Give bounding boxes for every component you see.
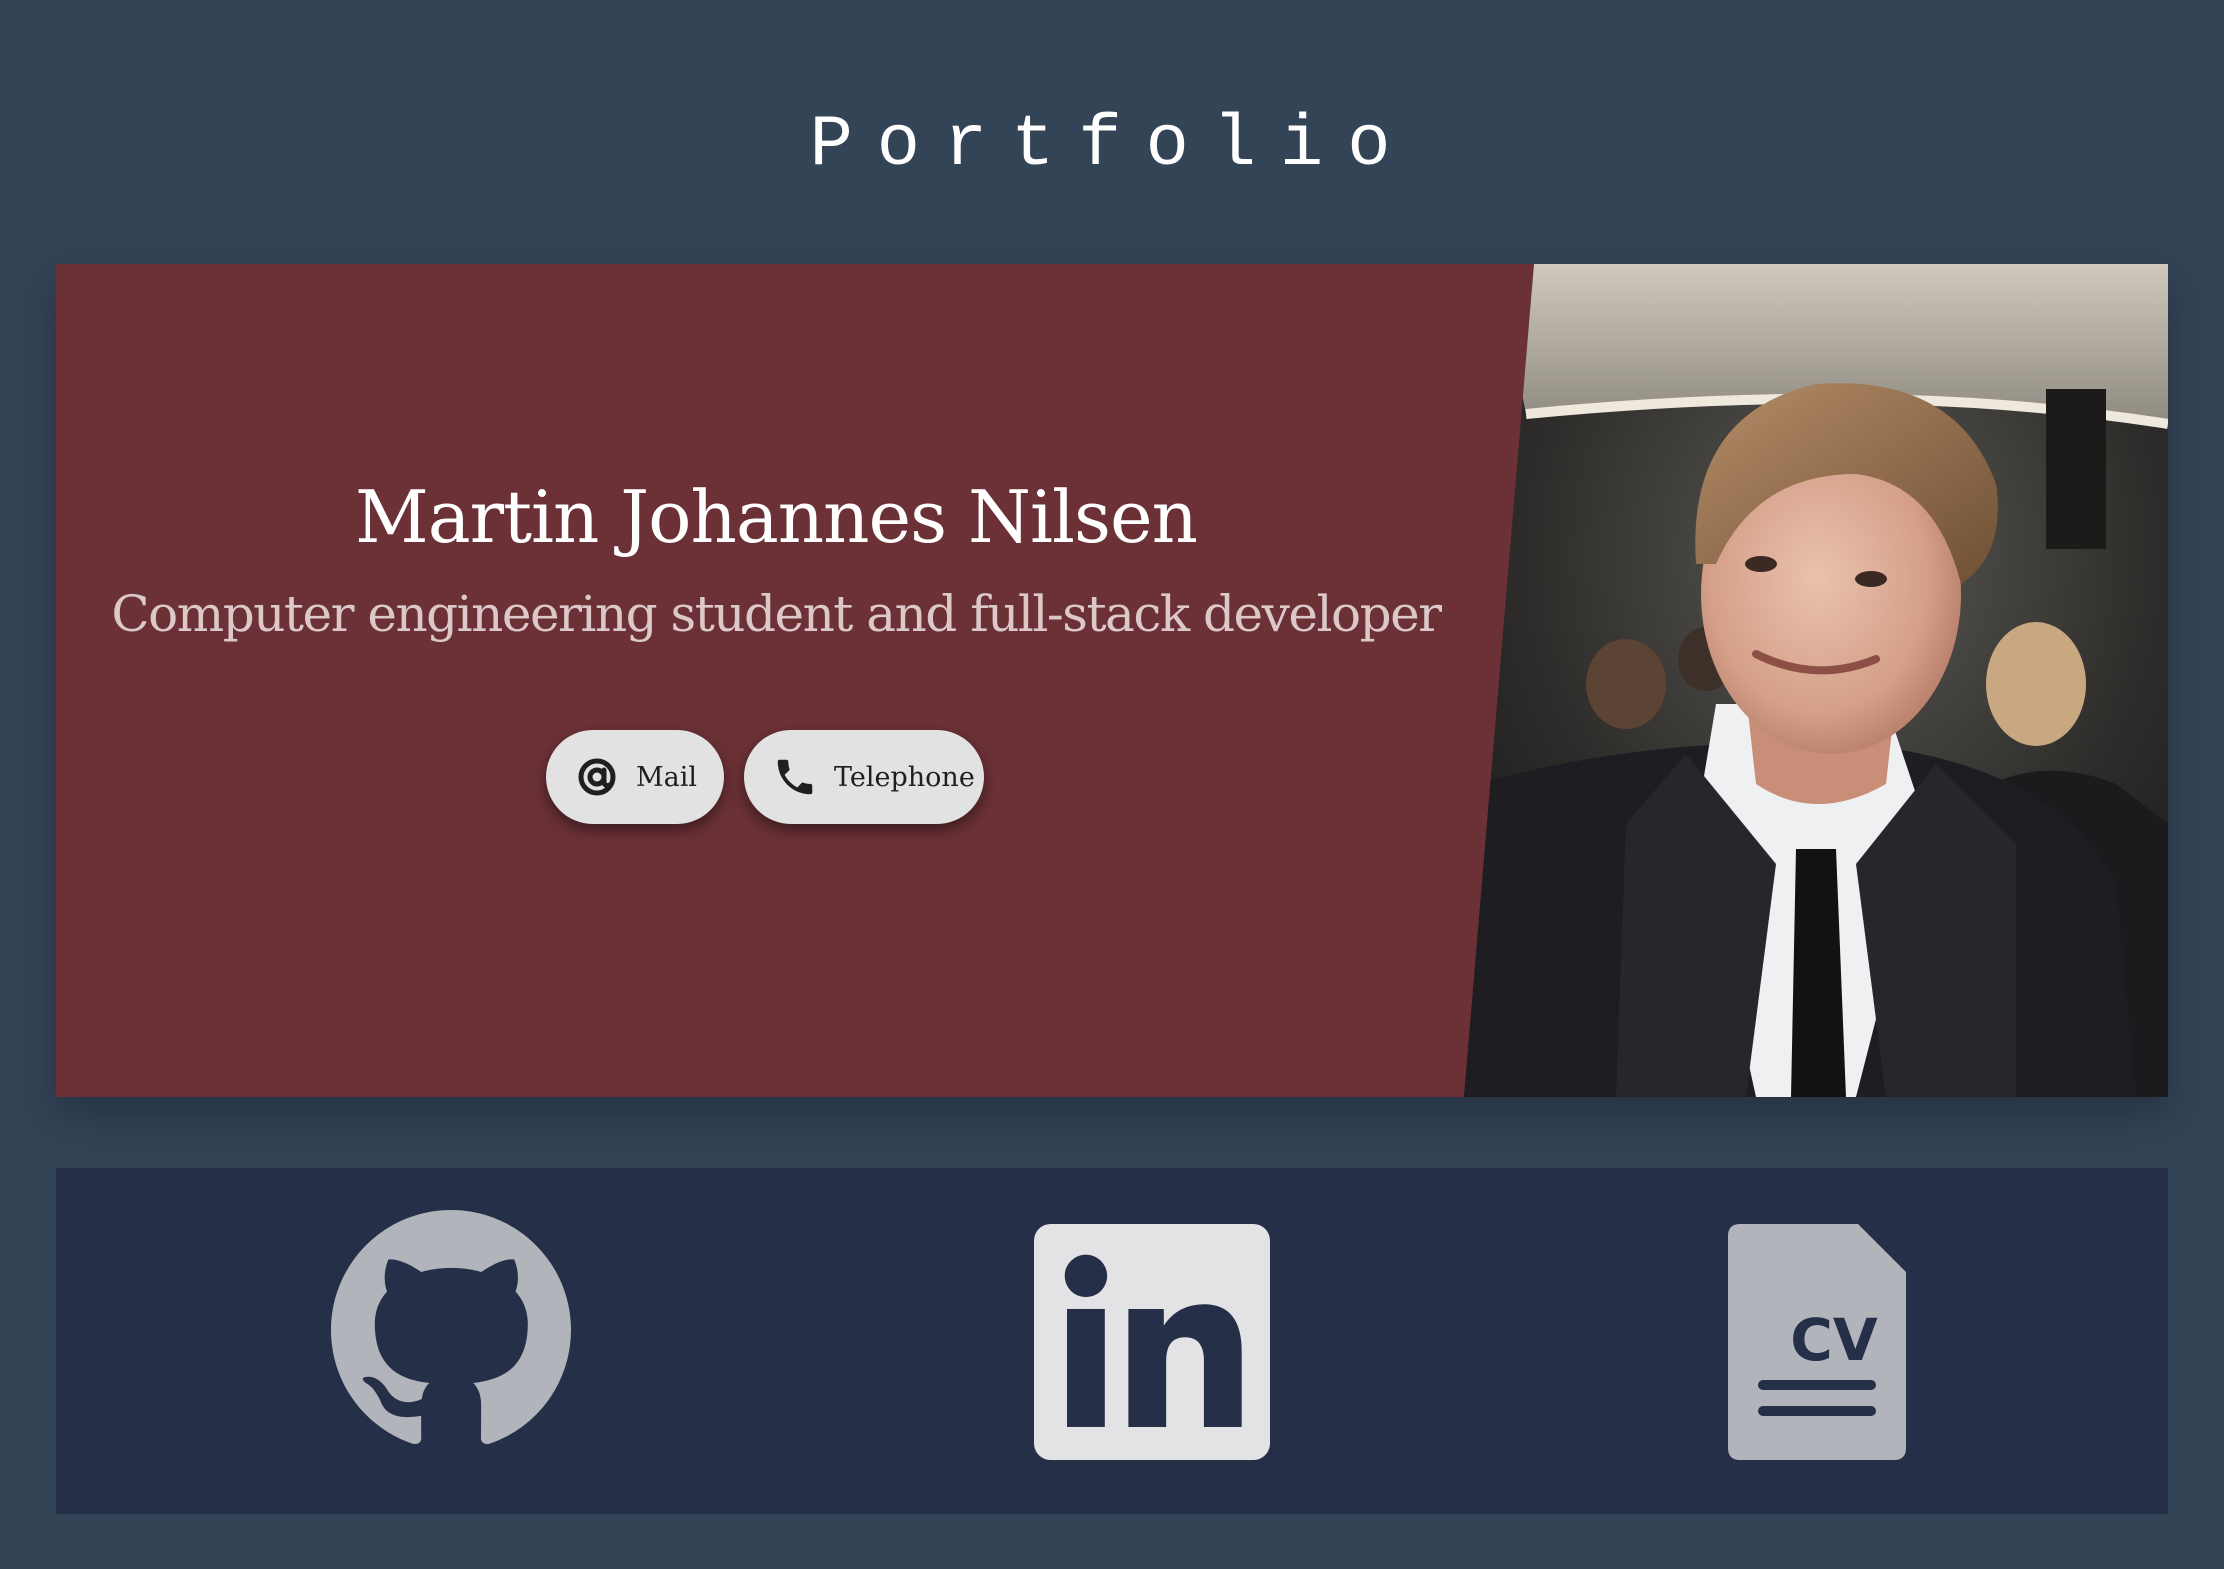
- mail-button-label: Mail: [636, 761, 698, 793]
- github-link[interactable]: [331, 1210, 571, 1450]
- hero-card: Martin Johannes Nilsen Computer engineer…: [56, 264, 2168, 1097]
- page-title: Portfolio: [809, 104, 1415, 186]
- cv-document-icon: CV: [1728, 1224, 1906, 1460]
- person-tagline: Computer engineering student and full-st…: [111, 585, 1442, 643]
- phone-icon: [772, 754, 818, 800]
- cv-link[interactable]: CV: [1728, 1224, 1906, 1460]
- telephone-button[interactable]: Telephone: [744, 730, 984, 824]
- linkedin-link[interactable]: [1034, 1224, 1270, 1460]
- mail-button[interactable]: Mail: [546, 730, 724, 824]
- social-links-bar: CV: [56, 1168, 2168, 1514]
- hero-info-panel: [56, 264, 1594, 1097]
- at-sign-icon: [574, 754, 620, 800]
- linkedin-icon: [1034, 1224, 1270, 1460]
- github-icon: [331, 1210, 571, 1445]
- cv-icon-text: CV: [1790, 1306, 1878, 1374]
- person-name: Martin Johannes Nilsen: [355, 475, 1198, 559]
- telephone-button-label: Telephone: [834, 761, 975, 793]
- contact-buttons: Mail Telephone: [546, 730, 984, 824]
